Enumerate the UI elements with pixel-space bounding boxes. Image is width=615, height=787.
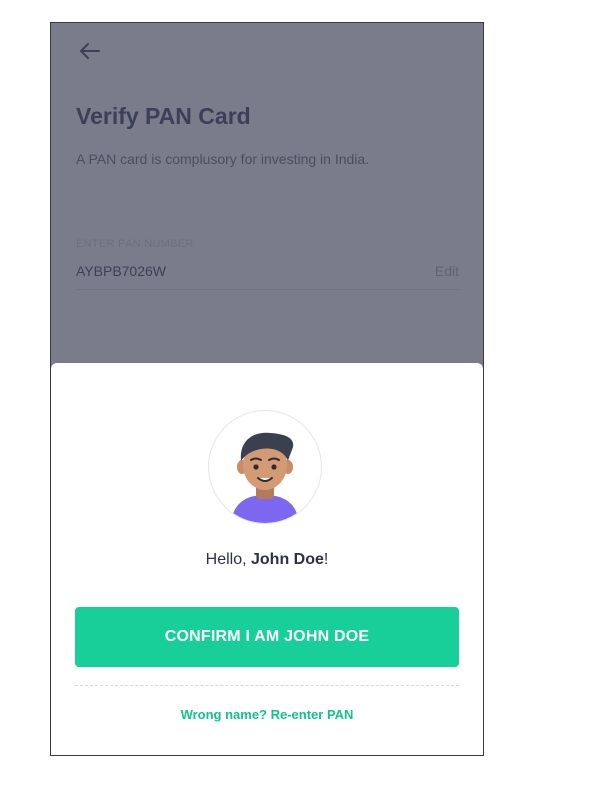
pan-field-label: ENTER PAN NUMBER [76,238,194,250]
user-name: John Doe [251,551,324,568]
arrow-left-icon[interactable] [77,41,101,61]
pan-field-divider [76,289,459,290]
confirm-identity-button[interactable]: CONFIRM I AM JOHN DOE [75,607,459,667]
pan-number-field[interactable]: AYBPB7026W [76,263,166,279]
edit-pan-link[interactable]: Edit [435,263,459,279]
user-avatar-icon [231,432,299,523]
page-title: Verify PAN Card [76,103,251,129]
phone-screen: Verify PAN Card A PAN card is complusory… [50,22,484,756]
confirm-identity-sheet: Hello, John Doe! CONFIRM I AM JOHN DOE W… [51,363,483,755]
avatar [208,410,322,524]
greeting-text: Hello, John Doe! [205,551,329,568]
sheet-divider [75,685,459,686]
reenter-pan-link[interactable]: Wrong name? Re-enter PAN [51,707,483,722]
page-subtitle: A PAN card is complusory for investing i… [76,151,370,167]
